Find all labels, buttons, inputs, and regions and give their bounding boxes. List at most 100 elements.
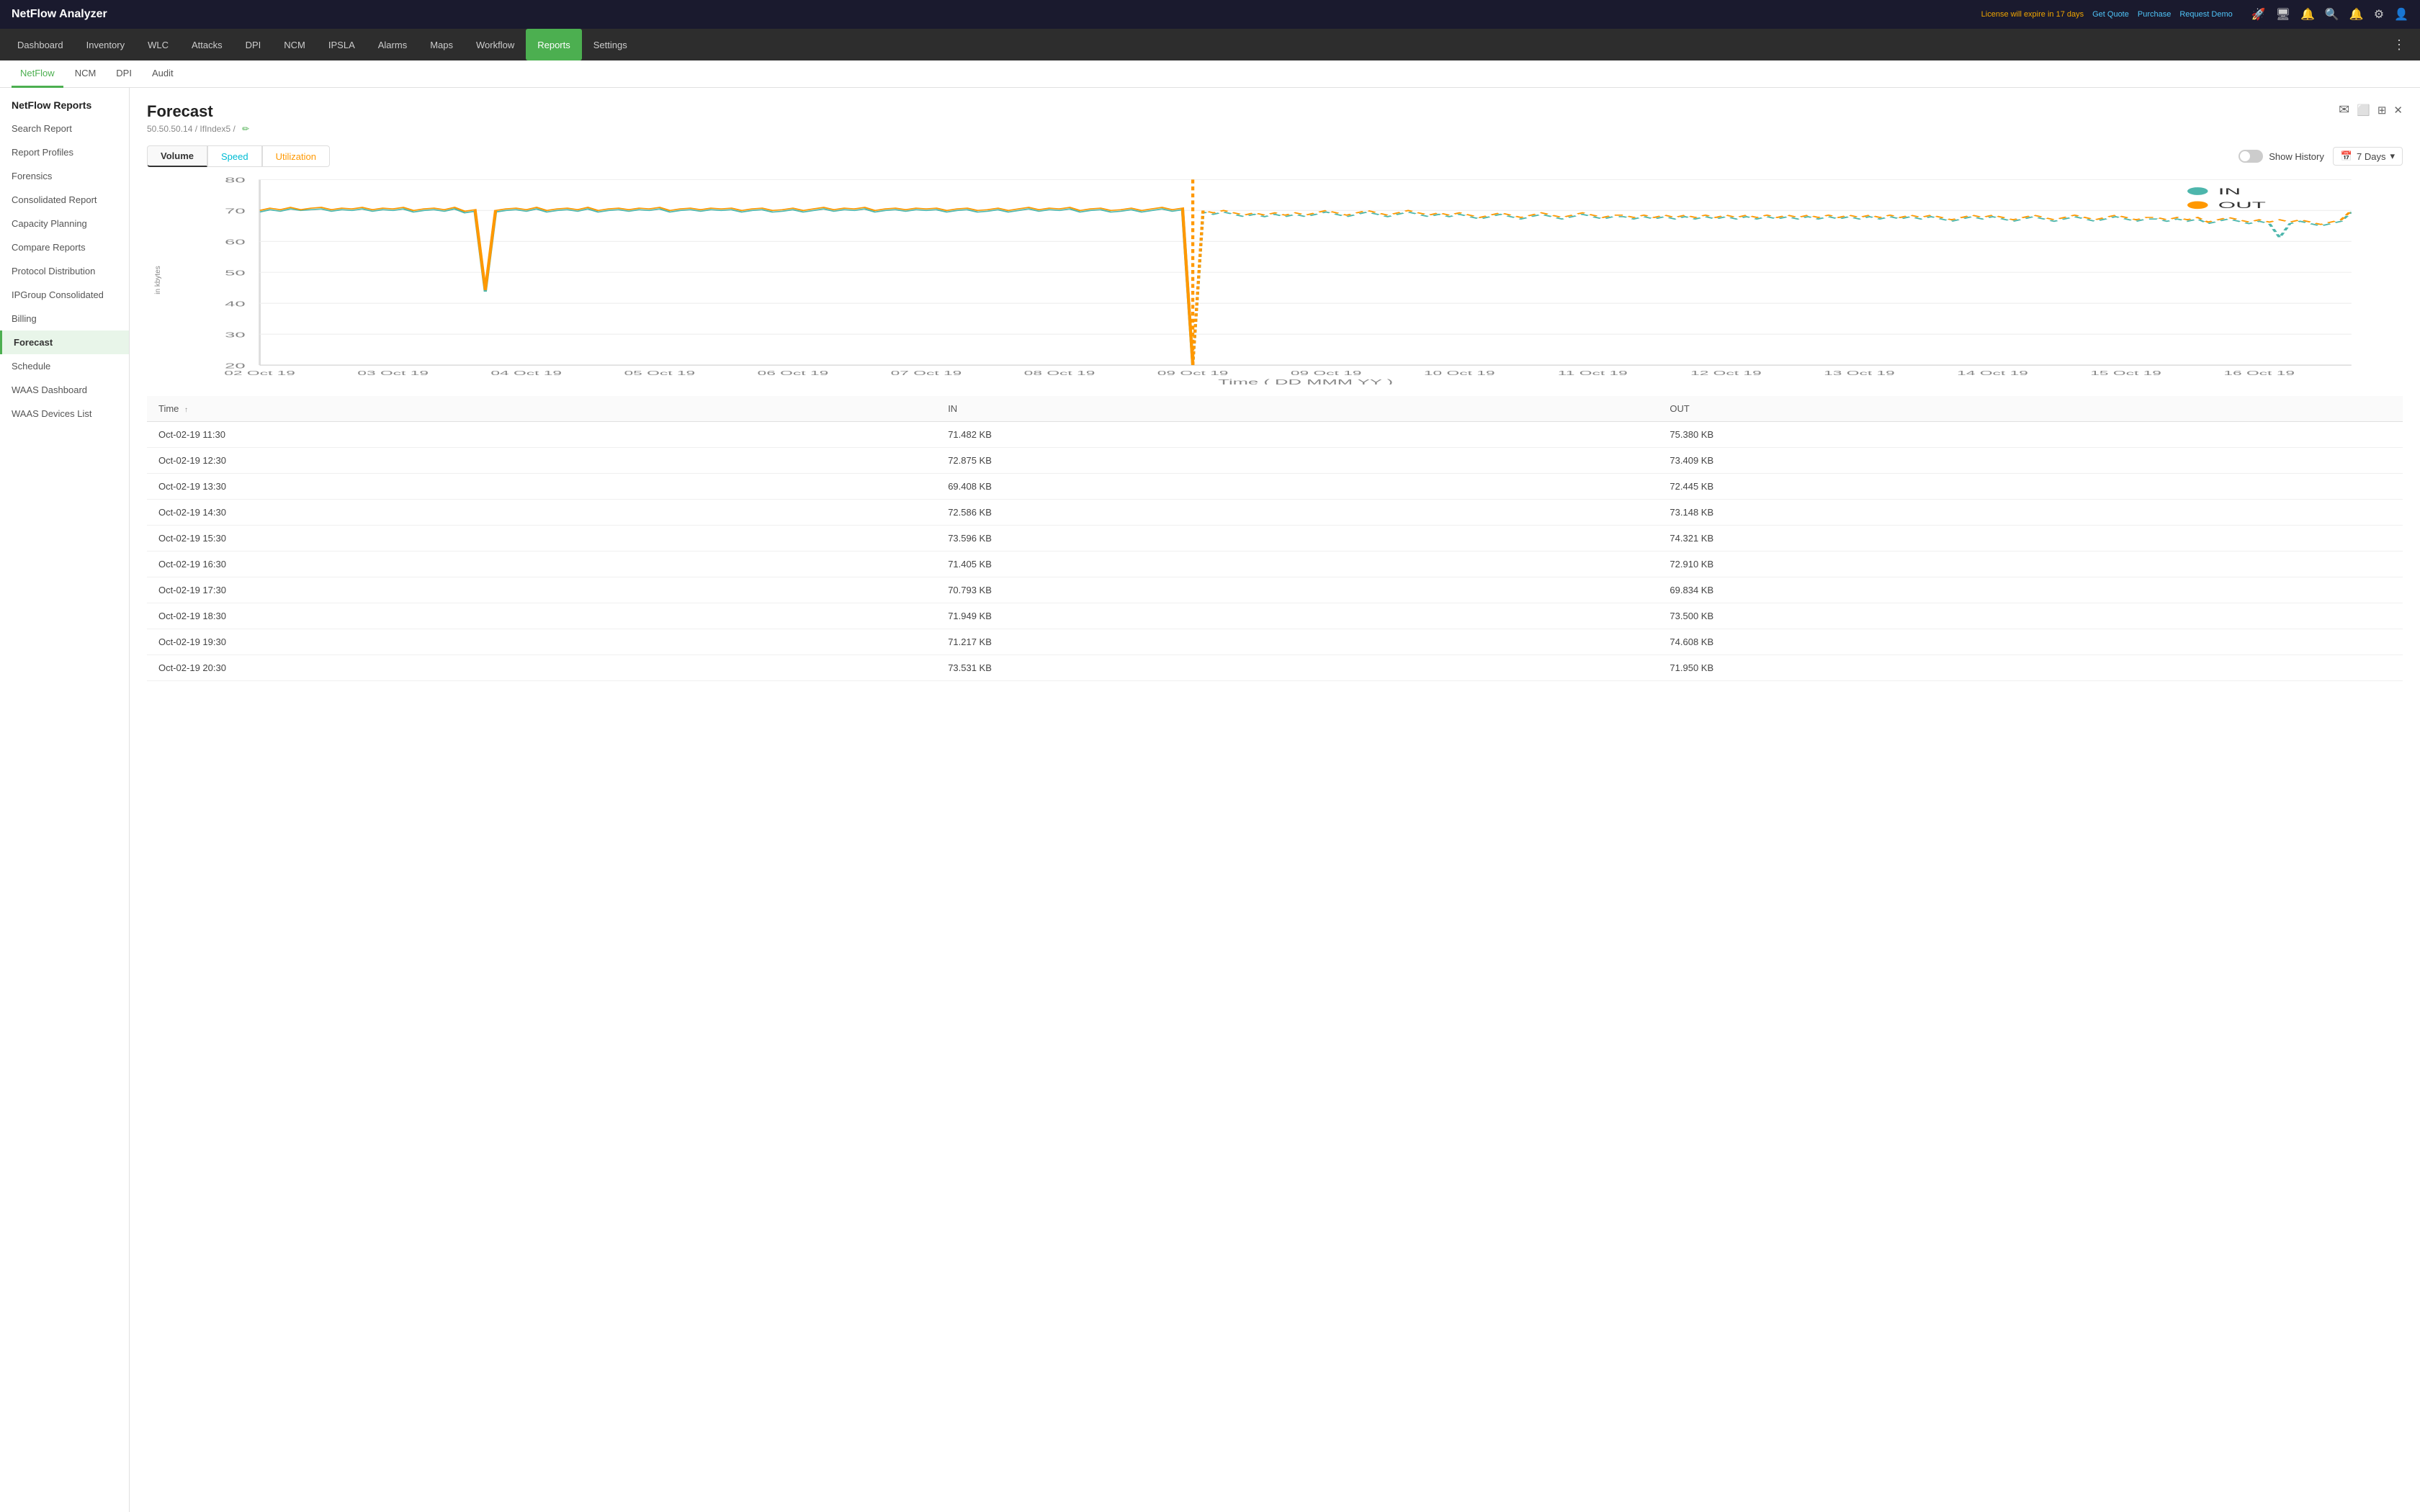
bell-outline-icon[interactable]: 🔔 <box>2300 7 2315 22</box>
chevron-down-icon: ▾ <box>2390 150 2395 162</box>
sidebar: NetFlow Reports Search Report Report Pro… <box>0 88 130 1512</box>
sidebar-item-compare-reports[interactable]: Compare Reports <box>0 235 129 259</box>
show-history-toggle[interactable] <box>2238 150 2263 163</box>
svg-text:40: 40 <box>225 300 246 308</box>
calendar-icon: 📅 <box>2341 150 2352 162</box>
tab-utilization[interactable]: Utilization <box>262 145 330 167</box>
nav-item-reports[interactable]: Reports <box>526 29 582 60</box>
settings-gear-icon[interactable]: ⚙ <box>2374 7 2384 22</box>
svg-text:50: 50 <box>225 269 246 277</box>
nav-item-maps[interactable]: Maps <box>418 29 465 60</box>
cell-out: 72.910 KB <box>1658 552 2403 577</box>
sidebar-item-capacity-planning[interactable]: Capacity Planning <box>0 212 129 235</box>
monitor-icon[interactable]: 🖥 <box>2276 7 2290 22</box>
tab-volume[interactable]: Volume <box>147 145 207 167</box>
nav-item-attacks[interactable]: Attacks <box>180 29 234 60</box>
nav-item-wlc[interactable]: WLC <box>136 29 180 60</box>
sidebar-title: NetFlow Reports <box>0 88 129 117</box>
sidebar-item-billing[interactable]: Billing <box>0 307 129 330</box>
close-action-icon[interactable]: ✕ <box>2393 104 2403 117</box>
sidebar-item-schedule[interactable]: Schedule <box>0 354 129 378</box>
email-action-icon[interactable]: ✉ <box>2339 102 2349 117</box>
cell-time: Oct-02-19 11:30 <box>147 422 936 448</box>
search-icon[interactable]: 🔍 <box>2325 7 2339 22</box>
license-notice: License will expire in 17 days <box>1981 10 2084 19</box>
nav-item-ipsla[interactable]: IPSLA <box>317 29 367 60</box>
nav-item-dpi[interactable]: DPI <box>234 29 273 60</box>
nav-item-alarms[interactable]: Alarms <box>367 29 418 60</box>
sidebar-item-waas-dashboard[interactable]: WAAS Dashboard <box>0 378 129 402</box>
cell-out: 69.834 KB <box>1658 577 2403 603</box>
days-select[interactable]: 📅 7 Days ▾ <box>2333 147 2403 166</box>
rocket-icon[interactable]: 🚀 <box>2251 7 2266 22</box>
cell-in: 72.875 KB <box>936 448 1658 474</box>
cell-time: Oct-02-19 12:30 <box>147 448 936 474</box>
svg-text:30: 30 <box>225 331 246 339</box>
cell-in: 70.793 KB <box>936 577 1658 603</box>
col-header-time[interactable]: Time ↑ <box>147 396 936 422</box>
cell-out: 74.608 KB <box>1658 629 2403 655</box>
sidebar-item-waas-devices-list[interactable]: WAAS Devices List <box>0 402 129 426</box>
cell-in: 73.531 KB <box>936 655 1658 681</box>
tab-speed[interactable]: Speed <box>207 145 262 167</box>
right-controls: Show History 📅 7 Days ▾ <box>2238 147 2403 166</box>
sidebar-item-consolidated-report[interactable]: Consolidated Report <box>0 188 129 212</box>
sidebar-item-forensics[interactable]: Forensics <box>0 164 129 188</box>
request-demo-link[interactable]: Request Demo <box>2179 10 2232 19</box>
svg-text:05 Oct 19: 05 Oct 19 <box>624 369 695 377</box>
page-title: Forecast <box>147 102 249 121</box>
svg-text:16 Oct 19: 16 Oct 19 <box>2223 369 2295 377</box>
cell-in: 69.408 KB <box>936 474 1658 500</box>
sub-nav-dpi[interactable]: DPI <box>107 60 140 88</box>
sub-nav-ncm[interactable]: NCM <box>66 60 105 88</box>
nav-item-workflow[interactable]: Workflow <box>465 29 526 60</box>
purchase-link[interactable]: Purchase <box>2138 10 2171 19</box>
cell-out: 71.950 KB <box>1658 655 2403 681</box>
nav-item-ncm[interactable]: NCM <box>272 29 317 60</box>
cell-in: 71.482 KB <box>936 422 1658 448</box>
svg-text:13 Oct 19: 13 Oct 19 <box>1824 369 1895 377</box>
main-nav: Dashboard Inventory WLC Attacks DPI NCM … <box>0 29 2420 60</box>
table-row: Oct-02-19 17:30 70.793 KB 69.834 KB <box>147 577 2403 603</box>
sidebar-item-report-profiles[interactable]: Report Profiles <box>0 140 129 164</box>
chart-controls: Volume Speed Utilization Show History 📅 … <box>147 145 2403 167</box>
sub-nav: NetFlow NCM DPI Audit <box>0 60 2420 88</box>
alert-bell-icon[interactable]: 🔔 <box>2349 7 2364 22</box>
days-label: 7 Days <box>2357 151 2385 162</box>
chart-wrapper: in kbytes 20 30 40 50 <box>147 176 2403 384</box>
nav-item-settings[interactable]: Settings <box>582 29 639 60</box>
sub-nav-netflow[interactable]: NetFlow <box>12 60 63 88</box>
page-header: Forecast 50.50.50.14 / IfIndex5 / ✏ ✉ ⬜ … <box>147 102 2403 134</box>
sub-nav-audit[interactable]: Audit <box>143 60 182 88</box>
pdf-action-icon[interactable]: ⬜ <box>2357 104 2370 117</box>
export-action-icon[interactable]: ⊞ <box>2378 104 2387 117</box>
table-row: Oct-02-19 13:30 69.408 KB 72.445 KB <box>147 474 2403 500</box>
svg-text:10 Oct 19: 10 Oct 19 <box>1424 369 1495 377</box>
table-row: Oct-02-19 15:30 73.596 KB 74.321 KB <box>147 526 2403 552</box>
sidebar-item-search-report[interactable]: Search Report <box>0 117 129 140</box>
show-history-label: Show History <box>2269 151 2324 162</box>
nav-more-button[interactable]: ⋮ <box>2384 37 2414 53</box>
sidebar-item-forecast[interactable]: Forecast <box>0 330 129 354</box>
breadcrumb-sep2: / <box>233 124 238 134</box>
cell-time: Oct-02-19 14:30 <box>147 500 936 526</box>
cell-out: 73.148 KB <box>1658 500 2403 526</box>
sidebar-item-protocol-distribution[interactable]: Protocol Distribution <box>0 259 129 283</box>
table-row: Oct-02-19 16:30 71.405 KB 72.910 KB <box>147 552 2403 577</box>
top-bar: NetFlow Analyzer License will expire in … <box>0 0 2420 29</box>
svg-text:06 Oct 19: 06 Oct 19 <box>758 369 829 377</box>
sidebar-item-ipgroup-consolidated[interactable]: IPGroup Consolidated <box>0 283 129 307</box>
nav-item-dashboard[interactable]: Dashboard <box>6 29 75 60</box>
user-avatar-icon[interactable]: 👤 <box>2394 7 2408 22</box>
cell-time: Oct-02-19 17:30 <box>147 577 936 603</box>
svg-text:80: 80 <box>225 176 246 184</box>
breadcrumb-if: IfIndex5 <box>200 124 230 134</box>
breadcrumb-edit-icon[interactable]: ✏ <box>242 124 249 134</box>
table-row: Oct-02-19 11:30 71.482 KB 75.380 KB <box>147 422 2403 448</box>
get-quote-link[interactable]: Get Quote <box>2092 10 2129 19</box>
nav-item-inventory[interactable]: Inventory <box>75 29 136 60</box>
chart-tab-group: Volume Speed Utilization <box>147 145 330 167</box>
svg-text:02 Oct 19: 02 Oct 19 <box>224 369 295 377</box>
svg-text:60: 60 <box>225 238 246 246</box>
cell-in: 71.405 KB <box>936 552 1658 577</box>
